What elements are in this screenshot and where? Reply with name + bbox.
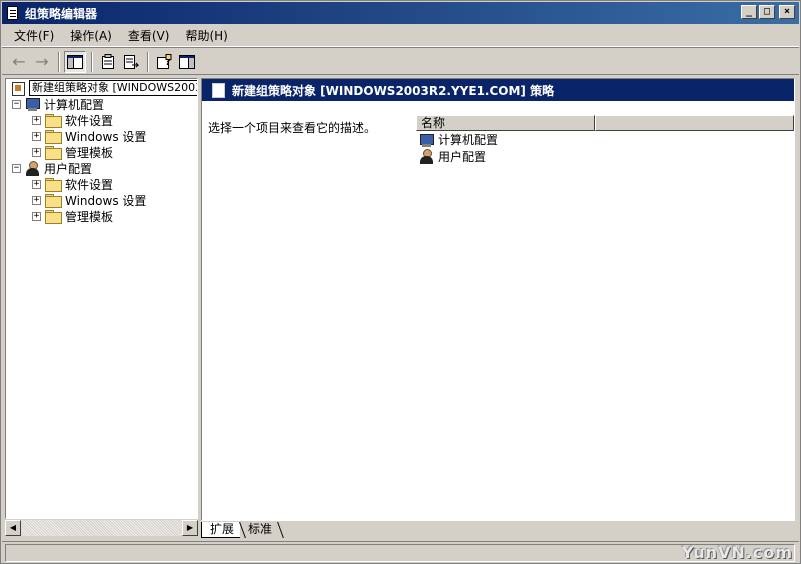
tree-node-label: 软件设置 (65, 113, 114, 128)
tree-node-computer-config[interactable]: − 计算机配置 (12, 96, 104, 112)
expand-icon[interactable]: + (32, 131, 41, 141)
list-header: 名称 (416, 115, 794, 131)
toolbar-separator (91, 51, 93, 72)
toolbar-separator (58, 51, 60, 72)
status-cell (5, 544, 795, 562)
tree-node-label: 用户配置 (44, 161, 93, 176)
help-icon: ? (157, 53, 172, 69)
tree-node-label: 计算机配置 (44, 97, 105, 112)
menu-bar: 文件(F) 操作(A) 查看(V) 帮助(H) (2, 25, 799, 47)
policy-icon (10, 81, 26, 96)
list-item[interactable]: 计算机配置 (416, 131, 794, 148)
folder-icon (45, 130, 62, 144)
show-hide-action-pane-button[interactable] (176, 51, 198, 73)
user-icon (25, 160, 41, 176)
scroll-track[interactable] (21, 520, 182, 536)
tree-node-computer-windows[interactable]: + Windows 设置 (32, 128, 146, 144)
tree-node-label: 软件设置 (65, 177, 114, 192)
collapse-icon[interactable]: − (12, 163, 21, 173)
tree-root-label: 新建组策略对象 [WINDOWS2003R2.YYE1.COM] 策略 (29, 80, 197, 96)
toolbar-separator (147, 51, 149, 72)
user-icon (419, 149, 435, 164)
export-list-icon (124, 54, 139, 69)
tree-node-label: 管理模板 (65, 209, 114, 224)
watermark-text: YunVN.com (681, 543, 793, 562)
expand-icon[interactable]: + (32, 147, 41, 157)
tree-node-user-config[interactable]: − 用户配置 (12, 160, 92, 176)
forward-arrow-icon: → (35, 51, 49, 71)
tree-node-computer-software[interactable]: + 软件设置 (32, 112, 113, 128)
tab-standard[interactable]: 标准 (240, 522, 278, 538)
window-controls: _ □ × (741, 5, 795, 19)
view-tabs: 扩展 标准 (201, 522, 278, 538)
tab-extended[interactable]: 扩展 (201, 522, 241, 538)
help-button[interactable]: ? (153, 51, 175, 73)
expand-icon[interactable]: + (32, 211, 41, 221)
group-policy-editor-window: 组策略编辑器 _ □ × 文件(F) 操作(A) 查看(V) 帮助(H) ← → (0, 0, 801, 564)
folder-icon (45, 146, 62, 160)
close-button[interactable]: × (779, 5, 795, 19)
column-header-filler (595, 115, 794, 131)
minimize-button[interactable]: _ (741, 5, 757, 19)
scroll-left-button[interactable]: ◀ (5, 520, 21, 536)
tree-horizontal-scrollbar[interactable]: ◀ ▶ (5, 520, 198, 536)
tree-node-user-software[interactable]: + 软件设置 (32, 176, 113, 192)
expand-icon[interactable]: + (32, 195, 41, 205)
maximize-button[interactable]: □ (759, 5, 775, 19)
title-bar[interactable]: 组策略编辑器 _ □ × (2, 2, 799, 24)
details-pane: 新建组策略对象 [WINDOWS2003R2.YYE1.COM] 策略 选择一个… (201, 78, 795, 521)
folder-icon (45, 210, 62, 224)
tree-pane[interactable]: 新建组策略对象 [WINDOWS2003R2.YYE1.COM] 策略 − 计算… (5, 78, 198, 519)
export-list-button[interactable] (120, 51, 142, 73)
properties-icon (102, 53, 114, 69)
folder-icon (45, 178, 62, 192)
folder-icon (45, 114, 62, 128)
expand-icon[interactable]: + (32, 179, 41, 189)
tree-node-label: Windows 设置 (65, 129, 147, 144)
menu-file[interactable]: 文件(F) (2, 27, 62, 44)
tree-node-user-windows[interactable]: + Windows 设置 (32, 192, 146, 208)
back-arrow-icon: ← (12, 51, 26, 71)
collapse-icon[interactable]: − (12, 99, 21, 109)
description-text: 选择一个项目来查看它的描述。 (208, 121, 377, 135)
show-hide-action-pane-icon (179, 54, 195, 69)
window-title: 组策略编辑器 (25, 6, 98, 21)
list-item-label: 计算机配置 (438, 133, 499, 147)
tree-node-label: 管理模板 (65, 145, 114, 160)
policy-icon (210, 82, 226, 98)
computer-icon (419, 133, 435, 147)
items-list[interactable]: 名称 计算机配置 用户配置 (416, 115, 794, 520)
tree-node-user-admin[interactable]: + 管理模板 (32, 208, 113, 224)
menu-help[interactable]: 帮助(H) (177, 27, 235, 44)
toolbar: ← → ? (2, 49, 799, 75)
scroll-right-button[interactable]: ▶ (182, 520, 198, 536)
show-hide-tree-button[interactable] (64, 50, 86, 73)
back-button[interactable]: ← (8, 51, 30, 73)
details-banner: 新建组策略对象 [WINDOWS2003R2.YYE1.COM] 策略 (202, 79, 794, 101)
status-bar: YunVN.com (2, 541, 799, 563)
tree-root[interactable]: 新建组策略对象 [WINDOWS2003R2.YYE1.COM] 策略 (10, 80, 197, 96)
column-header-name[interactable]: 名称 (416, 115, 595, 131)
show-hide-tree-icon (67, 54, 83, 69)
list-item-label: 用户配置 (438, 150, 487, 164)
forward-button[interactable]: → (31, 51, 53, 73)
folder-icon (45, 194, 62, 208)
expand-icon[interactable]: + (32, 115, 41, 125)
tree-node-label: Windows 设置 (65, 193, 147, 208)
menu-view[interactable]: 查看(V) (120, 27, 178, 44)
app-icon (5, 5, 21, 21)
computer-icon (25, 97, 41, 111)
list-item[interactable]: 用户配置 (416, 148, 794, 165)
tree-node-computer-admin[interactable]: + 管理模板 (32, 144, 113, 160)
banner-title: 新建组策略对象 [WINDOWS2003R2.YYE1.COM] 策略 (232, 83, 555, 98)
menu-action[interactable]: 操作(A) (62, 27, 120, 44)
properties-button[interactable] (97, 51, 119, 73)
